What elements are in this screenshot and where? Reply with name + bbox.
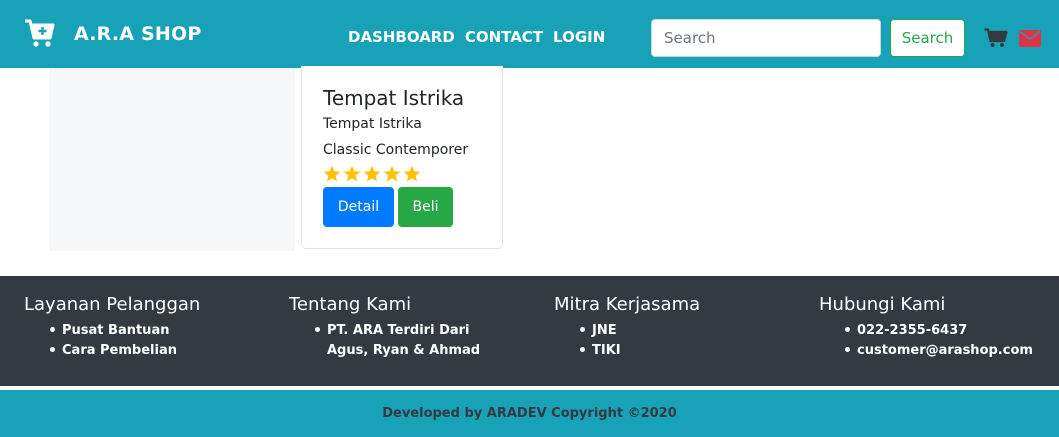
footer-heading: Hubungi Kami	[819, 294, 946, 315]
footer-heading: Tentang Kami	[289, 294, 412, 315]
product-card: Tempat Istrika Tempat Istrika Classic Co…	[301, 66, 503, 249]
footer-phone[interactable]: 022-2355-6437	[819, 321, 1033, 341]
footer-link-how-to-buy[interactable]: Cara Pembelian	[24, 341, 200, 361]
footer-heading: Mitra Kerjasama	[554, 294, 701, 315]
footer-item-members: Agus, Ryan & Ahmad	[327, 343, 481, 358]
footer-item-company: PT. ARA Terdiri Dari	[289, 321, 480, 341]
product-subtitle: Tempat Istrika	[323, 116, 422, 132]
footer-column-customer-service: Layanan Pelanggan Pusat Bantuan Cara Pem…	[24, 294, 200, 361]
footer-email[interactable]: customer@arashop.com	[819, 341, 1033, 361]
star-icon	[403, 165, 421, 182]
footer: Layanan Pelanggan Pusat Bantuan Cara Pem…	[0, 276, 1059, 386]
copyright-text: Developed by ARADEV Copyright ©2020	[382, 406, 677, 421]
copyright-bar: Developed by ARADEV Copyright ©2020	[0, 390, 1059, 437]
star-icon	[343, 165, 361, 182]
footer-link-help-center[interactable]: Pusat Bantuan	[24, 321, 200, 341]
footer-heading: Layanan Pelanggan	[24, 294, 201, 315]
search-button[interactable]: Search	[890, 19, 965, 57]
rating-stars	[323, 165, 421, 183]
star-icon	[323, 165, 341, 182]
product-title: Tempat Istrika	[323, 86, 465, 110]
footer-column-contact: Hubungi Kami 022-2355-6437 customer@aras…	[819, 294, 1033, 361]
footer-column-partners: Mitra Kerjasama JNE TIKI	[554, 294, 700, 361]
brand[interactable]: A.R.A SHOP	[24, 14, 201, 54]
buy-button[interactable]: Beli	[398, 187, 453, 227]
footer-column-about: Tentang Kami PT. ARA Terdiri Dari Agus, …	[289, 294, 480, 361]
navbar: A.R.A SHOP DASHBOARD CONTACT LOGIN Searc…	[0, 0, 1059, 68]
footer-item-partner: TIKI	[554, 341, 700, 361]
nav-link-contact[interactable]: CONTACT	[465, 28, 543, 46]
search-input[interactable]	[651, 19, 881, 57]
cart-icon[interactable]	[984, 28, 1008, 48]
nav-link-dashboard[interactable]: DASHBOARD	[348, 28, 455, 46]
nav-links: DASHBOARD CONTACT LOGIN	[348, 28, 605, 46]
product-description: Classic Contemporer	[323, 142, 469, 158]
envelope-icon[interactable]	[1019, 30, 1041, 47]
product-image-placeholder	[49, 68, 295, 251]
footer-item-partner: JNE	[554, 321, 700, 341]
detail-button[interactable]: Detail	[323, 187, 394, 227]
main-content: Tempat Istrika Tempat Istrika Classic Co…	[0, 66, 1059, 276]
cart-plus-icon	[25, 19, 55, 47]
nav-link-login[interactable]: LOGIN	[553, 28, 605, 46]
star-icon	[383, 165, 401, 182]
brand-name: A.R.A SHOP	[74, 23, 202, 45]
star-icon	[363, 165, 381, 182]
